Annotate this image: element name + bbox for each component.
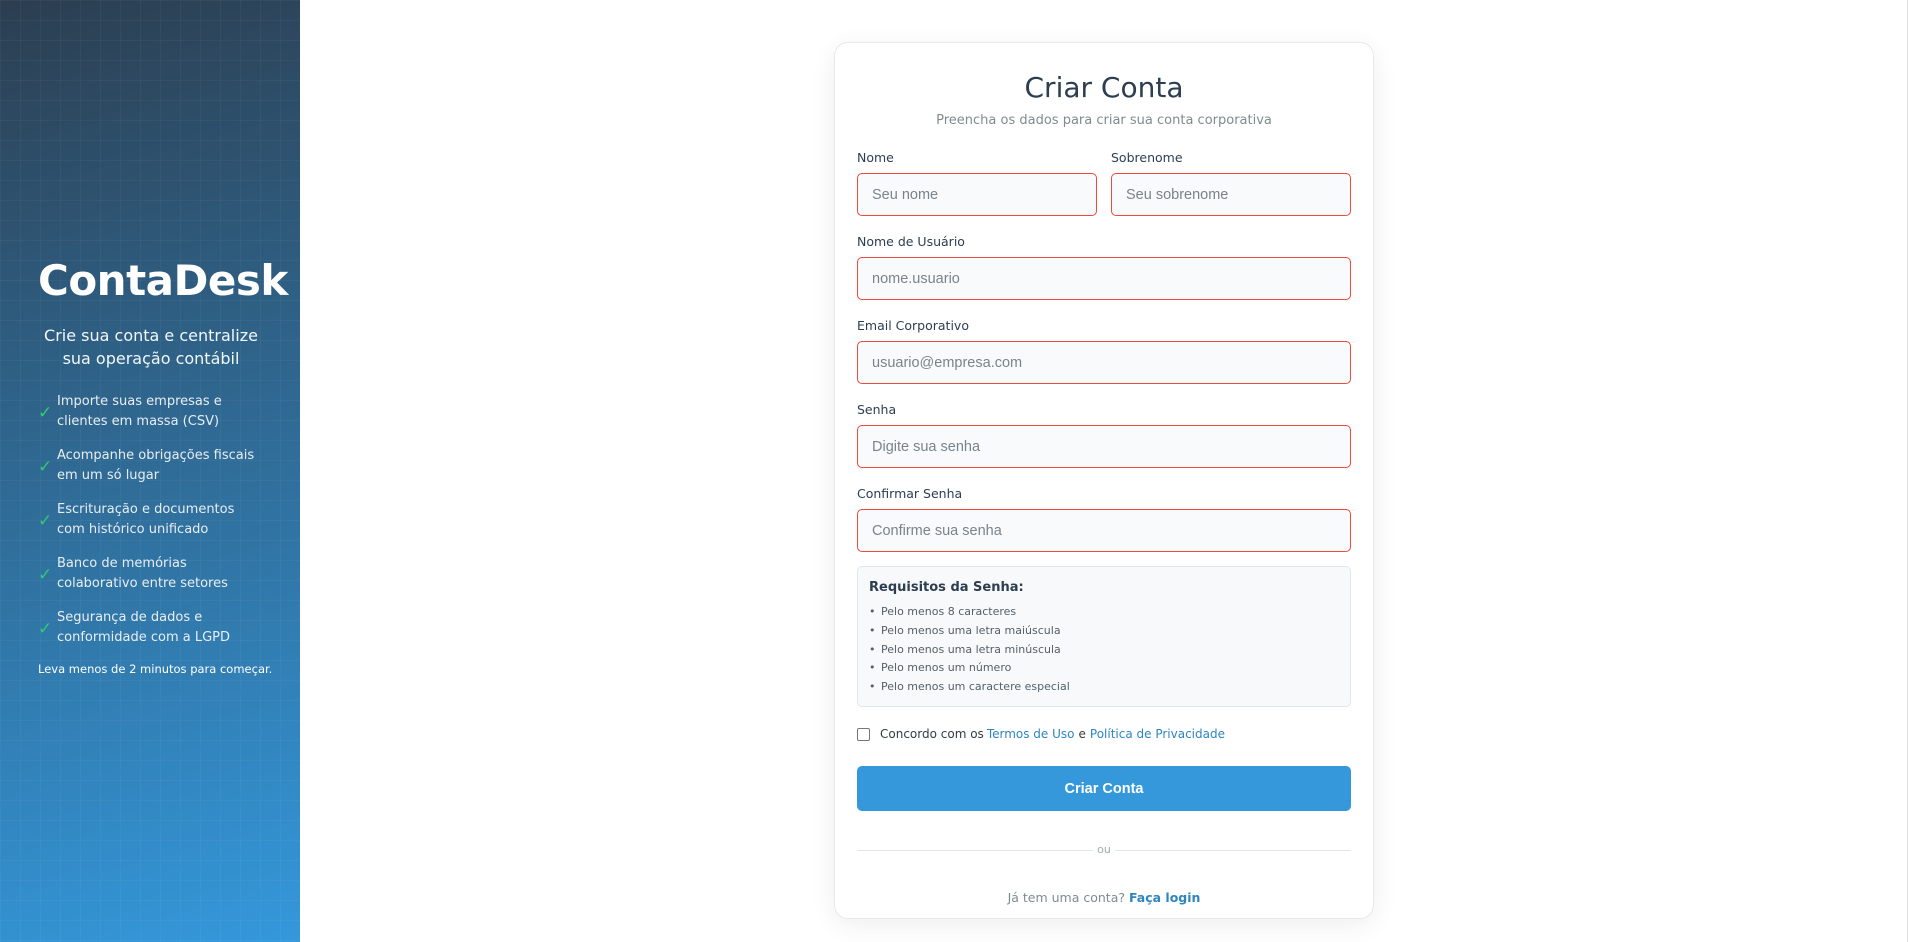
requirements-title: Requisitos da Senha:	[869, 580, 1024, 595]
check-icon: ✓	[38, 511, 53, 532]
requirement-item: • Pelo menos um caractere especial	[869, 678, 1339, 697]
divider-text: ou	[1093, 841, 1115, 859]
email-field[interactable]	[857, 341, 1351, 384]
username-group: Nome de Usuário	[857, 234, 1351, 300]
requirement-item: • Pelo menos 8 caracteres	[869, 603, 1339, 622]
page-subtitle: Preencha os dados para criar sua conta c…	[936, 113, 1272, 128]
confirm-password-group: Confirmar Senha	[857, 486, 1351, 552]
create-account-button[interactable]: Criar Conta	[857, 766, 1351, 811]
terms-row: Concordo com os Termos de Uso e Política…	[857, 726, 1351, 742]
feature-item: ✓ Importe suas empresas e clientes em ma…	[38, 392, 264, 432]
brand-subtitle: Crie sua conta e centralize sua operação…	[44, 326, 258, 369]
branding-panel: ContaDesk Crie sua conta e centralize su…	[0, 0, 300, 942]
requirement-item: • Pelo menos uma letra maiúscula	[869, 622, 1339, 641]
last-name-group: Sobrenome	[1111, 150, 1351, 216]
check-icon: ✓	[38, 457, 53, 478]
requirement-text: Pelo menos um caractere especial	[881, 680, 1070, 694]
confirm-password-label: Confirmar Senha	[857, 486, 963, 501]
requirement-text: Pelo menos um número	[881, 661, 1012, 675]
or-divider: ou	[857, 841, 1351, 859]
requirements-list: • Pelo menos 8 caracteres • Pelo menos u…	[869, 603, 1339, 697]
password-requirements: Requisitos da Senha: • Pelo menos 8 cara…	[857, 566, 1351, 707]
password-input[interactable]	[857, 425, 1351, 468]
bullet-icon: •	[869, 605, 876, 618]
password-label: Senha	[857, 402, 897, 417]
confirm-password-input[interactable]	[857, 509, 1351, 552]
email-group: Email Corporativo	[857, 318, 1351, 384]
login-link[interactable]: Faça login	[1129, 890, 1200, 905]
login-prompt: Já tem uma conta?	[1007, 890, 1125, 905]
terms-of-use-link[interactable]: Termos de Uso	[987, 726, 1075, 742]
terms-conjunction: e	[1078, 727, 1086, 741]
first-name-label: Nome	[857, 150, 894, 165]
feature-text: Importe suas empresas e clientes em mass…	[57, 394, 222, 430]
signup-time-note: Leva menos de 2 minutos para começar.	[38, 662, 273, 677]
requirement-item: • Pelo menos uma letra minúscula	[869, 641, 1339, 660]
check-icon: ✓	[38, 619, 53, 640]
feature-item: ✓ Escrituração e documentos com históric…	[38, 500, 264, 540]
first-name-group: Nome	[857, 150, 1097, 216]
first-name-input[interactable]	[857, 173, 1097, 216]
feature-text: Segurança de dados e conformidade com a …	[57, 610, 231, 646]
terms-checkbox[interactable]	[857, 727, 870, 741]
privacy-policy-link[interactable]: Política de Privacidade	[1090, 726, 1225, 742]
check-icon: ✓	[38, 565, 53, 586]
requirement-text: Pelo menos uma letra minúscula	[881, 642, 1061, 656]
feature-item: ✓ Acompanhe obrigações fiscais em um só …	[38, 446, 264, 486]
feature-item: ✓ Banco de memórias colaborativo entre s…	[38, 554, 264, 594]
signup-form: Nome Sobrenome Nome de Usuário Email Cor…	[857, 150, 1351, 811]
last-name-label: Sobrenome	[1111, 150, 1183, 165]
feature-text: Escrituração e documentos com histórico …	[57, 502, 235, 538]
name-row: Nome Sobrenome	[857, 150, 1351, 216]
username-input[interactable]	[857, 257, 1351, 300]
feature-text: Banco de memórias colaborativo entre set…	[57, 556, 228, 592]
terms-prefix: Concordo com os	[880, 727, 984, 741]
bullet-icon: •	[869, 661, 876, 675]
username-label: Nome de Usuário	[857, 234, 965, 249]
feature-item: ✓ Segurança de dados e conformidade com …	[38, 608, 264, 648]
requirement-text: Pelo menos 8 caracteres	[881, 605, 1017, 618]
password-group: Senha	[857, 402, 1351, 468]
bullet-icon: •	[869, 623, 876, 637]
brand-logo-text: ContaDesk	[38, 255, 288, 305]
login-prompt-row: Já tem uma conta? Faça login	[857, 890, 1351, 905]
feature-list: ✓ Importe suas empresas e clientes em ma…	[38, 392, 264, 648]
requirement-text: Pelo menos uma letra maiúscula	[881, 623, 1061, 637]
email-label: Email Corporativo	[857, 318, 969, 333]
branding-content: ContaDesk Crie sua conta e centralize su…	[38, 255, 288, 677]
last-name-input[interactable]	[1111, 173, 1351, 216]
signup-card: Criar Conta Preencha os dados para criar…	[834, 42, 1374, 919]
bullet-icon: •	[869, 680, 876, 694]
bullet-icon: •	[869, 642, 876, 656]
requirement-item: • Pelo menos um número	[869, 659, 1339, 678]
check-icon: ✓	[38, 403, 53, 424]
feature-text: Acompanhe obrigações fiscais em um só lu…	[57, 448, 255, 484]
page-title: Criar Conta	[1024, 71, 1184, 104]
